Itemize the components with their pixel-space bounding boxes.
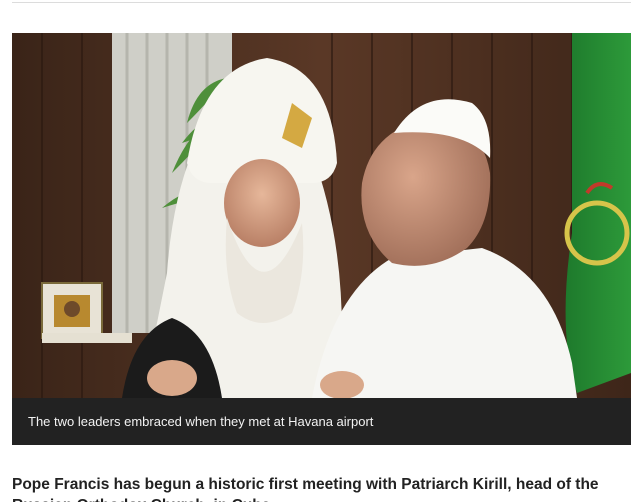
article-page: The two leaders embraced when they met a… xyxy=(0,0,631,502)
article-intro: Pope Francis has begun a historic first … xyxy=(12,476,599,502)
photo-caption: The two leaders embraced when they met a… xyxy=(28,414,374,429)
news-photo xyxy=(12,33,631,398)
news-figure: The two leaders embraced when they met a… xyxy=(12,33,631,445)
photo-illustration xyxy=(12,33,631,398)
caption-bar: The two leaders embraced when they met a… xyxy=(12,398,631,445)
top-divider xyxy=(12,0,631,3)
